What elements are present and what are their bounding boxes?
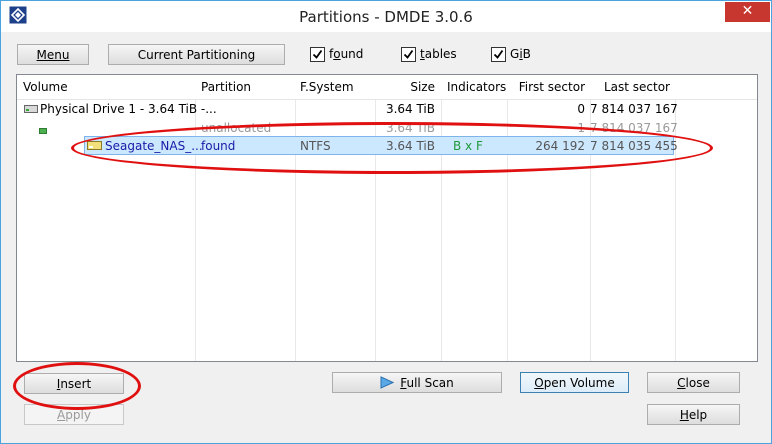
column-header-first-sector[interactable]: First sector — [507, 80, 585, 94]
close-icon: ✕ — [741, 3, 754, 19]
window-title: Partitions - DMDE 3.0.6 — [299, 8, 473, 26]
unallocated-icon — [39, 123, 47, 137]
current-partitioning-label: Current Partitioning — [137, 48, 256, 62]
column-header-fsystem[interactable]: F.System — [300, 80, 354, 94]
column-separator — [590, 75, 591, 361]
column-header-size[interactable]: Size — [375, 80, 435, 94]
help-button-label: Help — [679, 408, 708, 422]
column-header-last-sector[interactable]: Last sector — [590, 80, 670, 94]
red-highlight-ellipse — [13, 362, 141, 410]
title-bar: Partitions - DMDE 3.0.6 ✕ — [1, 1, 771, 32]
column-header-volume[interactable]: Volume — [23, 80, 68, 94]
column-header-partition[interactable]: Partition — [201, 80, 251, 94]
menu-button[interactable]: Menu — [17, 44, 89, 65]
row-first-sector: 0 — [577, 102, 585, 116]
found-checkbox-box[interactable] — [310, 47, 325, 62]
column-separator — [375, 75, 376, 361]
row-volume: Physical Drive 1 - 3.64 TiB -... — [40, 102, 217, 116]
partitions-window: Partitions - DMDE 3.0.6 ✕ Menu Current P… — [0, 0, 772, 444]
window-close-button[interactable]: ✕ — [725, 2, 770, 22]
column-header-indicators[interactable]: Indicators — [447, 80, 506, 94]
column-separator — [441, 75, 442, 361]
hard-drive-icon — [24, 103, 38, 117]
full-scan-button[interactable]: Full Scan — [332, 372, 502, 393]
close-button-label: Close — [677, 376, 710, 390]
open-volume-button-label: Open Volume — [534, 376, 615, 390]
found-checkbox[interactable]: found — [310, 47, 370, 63]
found-checkbox-label: found — [329, 47, 364, 61]
tables-checkbox[interactable]: tables — [401, 47, 461, 63]
row-size: 3.64 TiB — [385, 102, 435, 116]
menu-button-label: Menu — [36, 48, 70, 62]
partition-list[interactable]: Volume Partition F.System Size Indicator… — [16, 74, 758, 362]
column-separator — [675, 75, 676, 361]
play-icon — [380, 375, 395, 395]
apply-button-label: Apply — [57, 408, 91, 422]
tables-checkbox-box[interactable] — [401, 47, 416, 62]
full-scan-button-label: Full Scan — [400, 376, 454, 390]
row-last-sector: 7 814 037 167 — [590, 102, 678, 116]
column-separator — [507, 75, 508, 361]
current-partitioning-button[interactable]: Current Partitioning — [108, 44, 285, 65]
red-highlight-ellipse — [71, 122, 713, 174]
list-header: Volume Partition F.System Size Indicator… — [17, 75, 757, 100]
gib-checkbox-label: GiB — [510, 47, 531, 61]
column-separator — [295, 75, 296, 361]
gib-checkbox-box[interactable] — [491, 47, 506, 62]
close-button[interactable]: Close — [647, 372, 740, 393]
gib-checkbox[interactable]: GiB — [491, 47, 541, 63]
open-volume-button[interactable]: Open Volume — [520, 372, 629, 393]
tables-checkbox-label: tables — [420, 47, 457, 61]
help-button[interactable]: Help — [647, 404, 740, 425]
column-separator — [195, 75, 196, 361]
